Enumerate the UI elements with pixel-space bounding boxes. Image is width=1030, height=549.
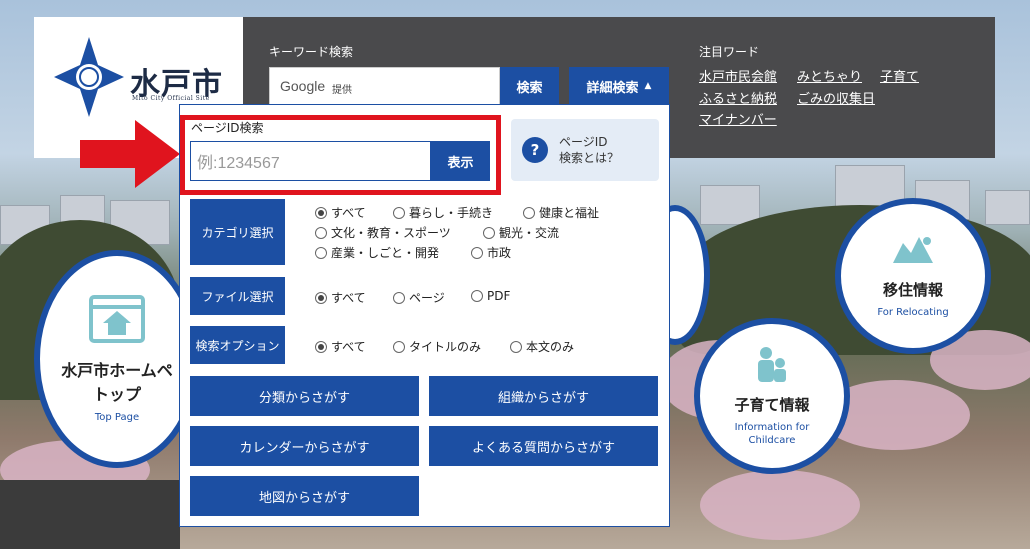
help-text: ページID 検索とは？ xyxy=(559,134,619,166)
attention-link-garbage[interactable]: ごみの収集日 xyxy=(797,88,875,107)
top-page-circle[interactable]: 水戸市ホームペ トップ Top Page xyxy=(34,250,200,468)
file-select-label: ファイル選択 xyxy=(190,277,285,315)
detail-search-button[interactable]: 詳細検索 ▲ xyxy=(569,67,669,105)
caret-up-icon: ▲ xyxy=(644,81,652,91)
city-emblem-icon xyxy=(54,37,124,117)
search-by-faq-button[interactable]: よくある質問からさがす xyxy=(429,426,658,466)
attention-link-mitochari[interactable]: みとちゃり xyxy=(797,66,862,85)
page-id-input[interactable]: 例:1234567 xyxy=(190,141,431,181)
search-button[interactable]: 検索 xyxy=(500,67,559,105)
file-radio-page[interactable]: ページ xyxy=(393,289,445,306)
top-page-en: Top Page xyxy=(94,411,140,423)
page-id-show-button[interactable]: 表示 xyxy=(431,141,490,181)
childcare-title: 子育て情報 xyxy=(734,395,810,414)
question-icon: ? xyxy=(522,137,548,163)
top-page-title-2: トップ xyxy=(92,384,141,404)
attention-link-mynumber[interactable]: マイナンバー xyxy=(699,109,777,128)
search-by-calendar-button[interactable]: カレンダーからさがす xyxy=(190,426,419,466)
search-option-label: 検索オプション xyxy=(190,326,285,364)
keyword-search-label: キーワード検索 xyxy=(269,45,354,59)
google-provided-label: 提供 xyxy=(332,85,352,96)
category-radio-tourism[interactable]: 観光・交流 xyxy=(483,224,559,241)
red-arrow-icon xyxy=(80,120,180,188)
relocating-en: For Relocating xyxy=(877,307,949,318)
page-id-help-link[interactable]: ? ページID 検索とは？ xyxy=(511,119,659,181)
relocating-title: 移住情報 xyxy=(882,281,943,299)
category-radio-culture[interactable]: 文化・教育・スポーツ xyxy=(315,224,451,241)
category-radio-health[interactable]: 健康と福祉 xyxy=(523,204,599,221)
category-radio-industry[interactable]: 産業・しごと・開発 xyxy=(315,244,439,261)
search-by-classification-button[interactable]: 分類からさがす xyxy=(190,376,419,416)
option-radio-title[interactable]: タイトルのみ xyxy=(393,338,481,355)
logo-subtitle: Mito City Official Site xyxy=(132,95,210,102)
childcare-circle[interactable]: 子育て情報 Information for Childcare xyxy=(694,318,850,474)
search-by-organization-button[interactable]: 組織からさがす xyxy=(429,376,658,416)
file-radio-pdf[interactable]: PDF xyxy=(471,289,510,303)
relocating-circle[interactable]: 移住情報 For Relocating xyxy=(835,198,991,354)
category-radio-all[interactable]: すべて xyxy=(315,204,366,221)
option-radio-body[interactable]: 本文のみ xyxy=(510,338,574,355)
childcare-en-1: Information for xyxy=(734,421,810,433)
attention-words-label: 注目ワード xyxy=(699,45,760,59)
top-page-title-1: 水戸市ホームペ xyxy=(61,360,173,380)
help-line-1: ページID xyxy=(559,135,608,149)
home-page-icon xyxy=(89,294,145,343)
option-radio-all[interactable]: すべて xyxy=(315,338,366,355)
attention-link-civic-hall[interactable]: 水戸市民会館 xyxy=(699,66,777,85)
attention-link-furusato[interactable]: ふるさと納税 xyxy=(699,88,777,107)
category-select-label: カテゴリ選択 xyxy=(190,199,285,265)
google-logo: Google xyxy=(280,78,326,94)
attention-link-childcare[interactable]: 子育て xyxy=(880,66,919,85)
childcare-en-2: Childcare xyxy=(748,434,796,446)
page-id-label: ページID検索 xyxy=(191,121,264,135)
relocation-icon xyxy=(893,237,933,263)
category-radio-living[interactable]: 暮らし・手続き xyxy=(393,204,493,221)
search-by-map-button[interactable]: 地図からさがす xyxy=(190,476,419,516)
parent-child-icon xyxy=(758,346,786,382)
category-radio-city[interactable]: 市政 xyxy=(471,244,511,261)
file-radio-all[interactable]: すべて xyxy=(315,289,366,306)
help-line-2: 検索とは？ xyxy=(559,151,620,166)
detail-search-label: 詳細検索 xyxy=(586,80,639,96)
detail-search-panel: ページID検索 例:1234567 表示 ? ページID 検索とは？ カテゴリ選… xyxy=(179,104,670,527)
google-search-input[interactable]: Google 提供 xyxy=(269,67,500,105)
